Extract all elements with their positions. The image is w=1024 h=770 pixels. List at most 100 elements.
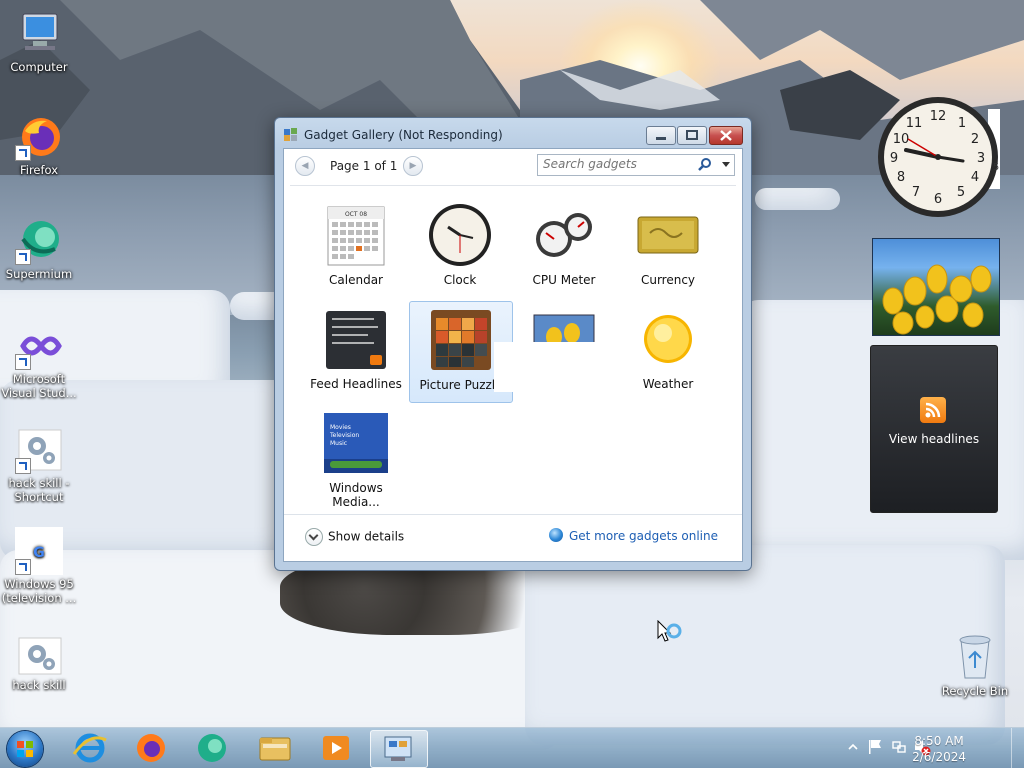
gadget-label: Picture Puzzle xyxy=(419,378,503,392)
clock-icon xyxy=(428,203,492,267)
recycle-bin-icon xyxy=(951,632,999,682)
system-tray: 8:50 AM 2/6/2024 xyxy=(834,728,1024,768)
close-button[interactable] xyxy=(709,126,743,145)
gadget-label: Calendar xyxy=(329,273,383,287)
start-button[interactable] xyxy=(7,731,43,767)
taskbar-firefox[interactable] xyxy=(123,730,179,766)
ice-floe xyxy=(525,545,1005,745)
gadget-label: CPU Meter xyxy=(532,273,596,287)
cpu-meter-icon xyxy=(532,203,596,267)
media-player-icon xyxy=(323,736,349,760)
search-input[interactable] xyxy=(538,155,693,173)
show-details-label: Show details xyxy=(328,529,405,544)
taskbar-clock[interactable]: 8:50 AM 2/6/2024 xyxy=(912,733,966,765)
chevron-down-icon xyxy=(305,528,323,546)
desktop-icon-label: Supermium xyxy=(5,267,73,281)
taskbar-supermium[interactable] xyxy=(184,730,240,766)
close-icon xyxy=(720,130,732,141)
desktop-icon-computer[interactable]: Computer xyxy=(1,10,77,74)
window-title: Gadget Gallery (Not Responding) xyxy=(304,128,503,142)
rss-icon xyxy=(920,397,946,423)
view-headlines-link[interactable]: View headlines xyxy=(871,432,997,446)
gadget-gallery-icon xyxy=(384,736,412,761)
desktop-icon-label: Microsoft Visual Stud... xyxy=(1,372,77,400)
taskbar-internet-explorer[interactable] xyxy=(62,730,118,766)
gadget-gallery-icon xyxy=(284,128,297,141)
desktop-icon-windows-95[interactable]: G Windows 95 (television ... xyxy=(1,527,77,605)
svg-text:5: 5 xyxy=(957,185,965,200)
network-icon[interactable] xyxy=(891,738,907,756)
get-more-gadgets-link[interactable]: Get more gadgets online xyxy=(548,528,718,543)
minimize-button[interactable] xyxy=(646,126,676,145)
show-desktop-button[interactable] xyxy=(1011,728,1024,768)
supermium-icon xyxy=(15,217,63,265)
next-page-button[interactable]: ▶ xyxy=(403,156,423,176)
internet-explorer-icon xyxy=(72,733,107,763)
slide-show-gadget[interactable] xyxy=(872,238,1000,336)
google-icon: G xyxy=(15,527,63,575)
taskbar-gadget-gallery[interactable] xyxy=(370,730,428,768)
desktop-icon-recycle-bin[interactable]: Recycle Bin xyxy=(937,632,1013,698)
desktop-icon-supermium[interactable]: Supermium xyxy=(1,217,77,281)
gadget-label: Currency xyxy=(640,273,696,287)
svg-text:9: 9 xyxy=(890,151,898,166)
desktop-icon-hack-skill-shortcut[interactable]: hack skill - Shortcut xyxy=(1,426,77,504)
svg-text:8: 8 xyxy=(897,170,905,185)
feed-headlines-icon xyxy=(324,307,388,371)
gadget-calendar[interactable]: OCT 08 Calendar xyxy=(305,197,407,297)
page-indicator: Page 1 of 1 xyxy=(330,159,398,173)
desktop-clock-gadget[interactable]: 12 123 4567 891011 5 xyxy=(876,95,1000,219)
desktop-icon-visual-studio[interactable]: Microsoft Visual Stud... xyxy=(1,322,77,400)
show-hidden-icons-icon[interactable] xyxy=(848,742,858,752)
gadget-cpu-meter[interactable]: CPU Meter xyxy=(513,197,615,297)
gadget-windows-media-center[interactable]: Movies Television Music Windows Media... xyxy=(305,405,407,509)
action-center-flag-icon[interactable] xyxy=(867,738,883,756)
gadget-clock[interactable]: Clock xyxy=(409,197,511,297)
gadget-label: Feed Headlines xyxy=(310,377,402,391)
supermium-icon xyxy=(198,734,226,762)
gadget-currency[interactable]: Currency xyxy=(617,197,719,297)
calendar-icon: OCT 08 xyxy=(324,203,388,267)
svg-text:4: 4 xyxy=(971,170,979,185)
picture-puzzle-icon xyxy=(429,308,493,372)
taskbar: 8:50 AM 2/6/2024 xyxy=(0,727,1024,768)
clock-time: 8:50 AM xyxy=(914,734,964,748)
show-details-toggle[interactable]: Show details xyxy=(305,528,404,546)
svg-text:12: 12 xyxy=(930,109,947,124)
tulips-photo xyxy=(882,264,992,335)
weather-icon xyxy=(636,307,700,371)
svg-text:Television: Television xyxy=(329,432,359,439)
get-more-label: Get more gadgets online xyxy=(568,529,718,543)
windows-media-center-icon: Movies Television Music xyxy=(324,411,388,475)
gadget-feed-headlines[interactable]: Feed Headlines xyxy=(305,301,407,401)
gadget-label: Weather xyxy=(642,377,694,391)
firefox-icon xyxy=(137,734,165,762)
shortcut-arrow-icon xyxy=(15,354,31,370)
clock-date: 2/6/2024 xyxy=(912,750,966,764)
svg-text:Music: Music xyxy=(330,440,347,447)
minimize-icon xyxy=(656,137,666,140)
chevron-down-icon[interactable] xyxy=(722,162,730,167)
svg-text:OCT 08: OCT 08 xyxy=(345,211,367,218)
busy-cursor-icon xyxy=(657,620,682,642)
previous-page-button[interactable]: ◀ xyxy=(295,156,315,176)
search-icon[interactable] xyxy=(698,158,712,172)
search-box[interactable] xyxy=(537,154,735,176)
feed-headlines-gadget[interactable]: View headlines xyxy=(870,345,998,513)
desktop-icon-hack-skill[interactable]: hack skill xyxy=(1,636,77,692)
taskbar-file-explorer[interactable] xyxy=(247,730,303,766)
svg-text:Movies: Movies xyxy=(330,424,351,431)
desktop-icon-label: Recycle Bin xyxy=(941,684,1009,698)
visual-studio-icon xyxy=(15,322,63,370)
ice-floe xyxy=(755,188,840,210)
gadget-weather[interactable]: Weather xyxy=(617,301,719,401)
desktop-icon-firefox[interactable]: Firefox xyxy=(1,113,77,177)
title-bar[interactable]: Gadget Gallery (Not Responding) xyxy=(275,118,751,148)
maximize-button[interactable] xyxy=(677,126,707,145)
svg-text:3: 3 xyxy=(977,151,985,166)
shortcut-arrow-icon xyxy=(15,458,31,474)
maximize-icon xyxy=(686,130,698,140)
svg-text:11: 11 xyxy=(906,116,923,131)
svg-text:7: 7 xyxy=(912,185,920,200)
taskbar-media-player[interactable] xyxy=(308,730,364,766)
